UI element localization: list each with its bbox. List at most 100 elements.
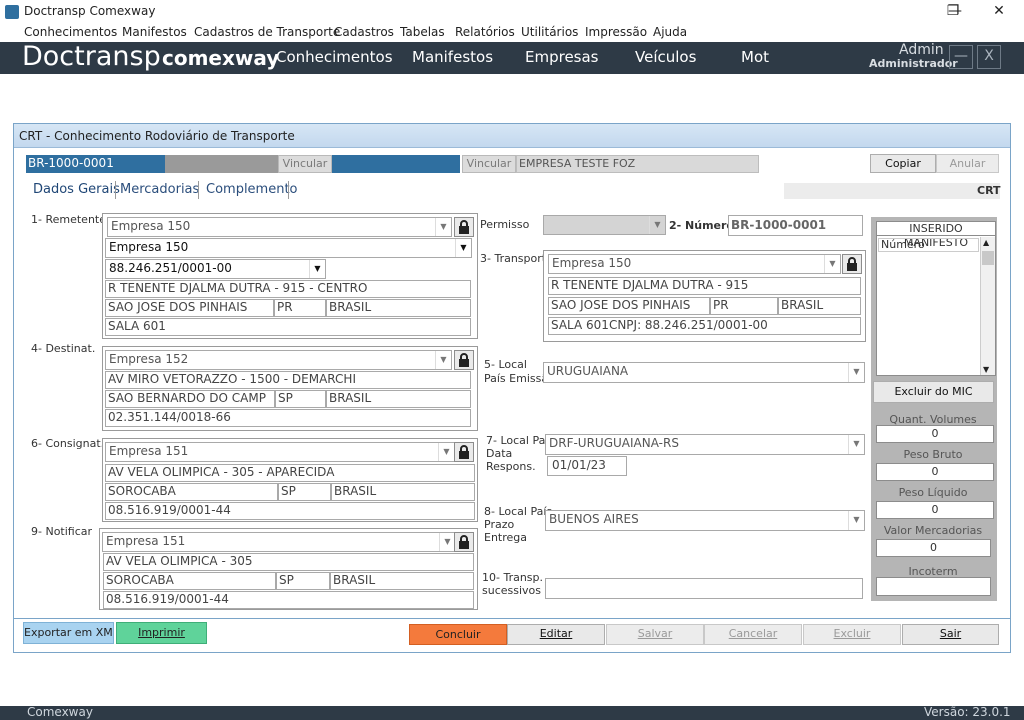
remetente-cidade[interactable]: SAO JOSE DOS PINHAIS: [105, 299, 274, 317]
tab-dados-gerais[interactable]: Dados Gerais: [30, 180, 123, 199]
excluir-button[interactable]: Excluir: [803, 624, 901, 645]
transportador-complemento[interactable]: SALA 601CNPJ: 88.246.251/0001-00: [548, 317, 861, 335]
destinatario-cidade[interactable]: SAO BERNARDO DO CAMP: [105, 390, 275, 408]
menu-manifestos[interactable]: Manifestos: [122, 25, 187, 39]
transportador-uf[interactable]: PR: [710, 297, 778, 315]
nav-veiculos[interactable]: Veículos: [635, 48, 696, 66]
destinatario-cnpj[interactable]: 02.351.144/0018-66: [105, 409, 471, 427]
notificar-cidade[interactable]: SOROCABA: [103, 572, 276, 590]
manifest-link-field[interactable]: [332, 155, 460, 173]
transportador-label: 3- Transport.: [480, 252, 550, 265]
menu-utilitarios[interactable]: Utilitários: [521, 25, 578, 39]
nav-motoristas[interactable]: Mot: [741, 48, 773, 66]
cancelar-button[interactable]: Cancelar: [704, 624, 802, 645]
transportador-pais[interactable]: BRASIL: [778, 297, 861, 315]
local-entrega-combo[interactable]: BUENOS AIRES ▼: [545, 510, 865, 531]
destinatario-pais[interactable]: BRASIL: [326, 390, 471, 408]
valor-mercadorias-label: Valor Mercadorias: [883, 524, 983, 537]
manifesto-col-numero[interactable]: Número: [878, 238, 979, 252]
destinatario-endereco[interactable]: AV MIRO VETORAZZO - 1500 - DEMARCHI: [105, 371, 471, 389]
transportador-group: Empresa 150 ▼ R TENENTE DJALMA DUTRA - 91…: [543, 250, 866, 342]
banner-close-button[interactable]: X: [977, 45, 1001, 69]
remetente-endereco[interactable]: R TENENTE DJALMA DUTRA - 915 - CENTRO: [105, 280, 471, 298]
menu-cadastros-transporte[interactable]: Cadastros de Transporte: [194, 25, 340, 39]
remetente-pais[interactable]: BRASIL: [326, 299, 471, 317]
excluir-mic-button[interactable]: Excluir do MIC: [873, 381, 994, 403]
vincular-button-1[interactable]: Vincular: [278, 155, 332, 173]
menu-impressao[interactable]: Impressão: [585, 25, 647, 39]
menu-tabelas[interactable]: Tabelas: [400, 25, 445, 39]
lock-icon[interactable]: [842, 254, 862, 274]
notificar-cnpj[interactable]: 08.516.919/0001-44: [103, 591, 474, 609]
copiar-button[interactable]: Copiar: [870, 154, 936, 173]
concluir-button[interactable]: Concluir: [409, 624, 507, 645]
consignatario-cidade[interactable]: SOROCABA: [105, 483, 278, 501]
notificar-uf[interactable]: SP: [276, 572, 330, 590]
nav-manifestos[interactable]: Manifestos: [412, 48, 493, 66]
remetente-empresa-select[interactable]: Empresa 150 ▼: [105, 238, 472, 258]
transportador-empresa-combo[interactable]: Empresa 150 ▼: [548, 254, 841, 274]
nav-empresas[interactable]: Empresas: [525, 48, 599, 66]
consignatario-endereco[interactable]: AV VELA OLIMPICA - 305 - APARECIDA: [105, 464, 475, 482]
destinatario-uf[interactable]: SP: [275, 390, 326, 408]
lock-icon[interactable]: [454, 217, 474, 237]
remetente-uf[interactable]: PR: [274, 299, 326, 317]
exportar-xml-button[interactable]: Exportar em XML: [23, 622, 114, 644]
local-emissao-combo[interactable]: URUGUAIANA ▼: [543, 362, 865, 383]
consignatario-empresa-combo[interactable]: Empresa 151 ▼: [105, 442, 455, 462]
maximize-button[interactable]: ❐: [930, 0, 976, 24]
notificar-pais[interactable]: BRASIL: [330, 572, 474, 590]
respons-label: Respons.: [486, 460, 536, 473]
menu-relatorios[interactable]: Relatórios: [455, 25, 515, 39]
crt-link-field[interactable]: [165, 155, 278, 173]
salvar-button[interactable]: Salvar: [606, 624, 704, 645]
numero-label: 2- Número: [669, 219, 734, 232]
imprimir-button[interactable]: Imprimir: [116, 622, 207, 644]
remetente-complemento[interactable]: SALA 601: [105, 318, 471, 336]
banner-minimize-button[interactable]: —: [949, 45, 973, 69]
lock-icon[interactable]: [454, 532, 474, 552]
tab-complemento[interactable]: Complemento: [203, 180, 301, 199]
anular-button[interactable]: Anular: [936, 154, 999, 173]
valor-mercadorias-field[interactable]: 0: [876, 539, 991, 557]
peso-liquido-field[interactable]: 0: [876, 501, 994, 519]
vincular-button-2[interactable]: Vincular: [462, 155, 516, 173]
incoterm-field[interactable]: [876, 577, 991, 596]
notificar-empresa-combo[interactable]: Empresa 151 ▼: [102, 532, 456, 552]
scroll-thumb[interactable]: [982, 251, 994, 265]
lock-icon[interactable]: [454, 442, 474, 462]
menu-bar: Conhecimentos Manifestos Cadastros de Tr…: [0, 24, 1024, 42]
destinatario-empresa-combo[interactable]: Empresa 152 ▼: [105, 350, 452, 370]
transp-sucessivos-field[interactable]: [545, 578, 863, 599]
scroll-down-icon[interactable]: ▼: [983, 365, 989, 374]
scroll-up-icon[interactable]: ▲: [983, 238, 989, 247]
local-resp-combo[interactable]: DRF-URUGUAIANA-RS ▼: [545, 434, 865, 455]
consignatario-cnpj[interactable]: 08.516.919/0001-44: [105, 502, 475, 520]
manifesto-scrollbar[interactable]: ▲ ▼: [980, 237, 995, 375]
notificar-endereco[interactable]: AV VELA OLIMPICA - 305: [103, 553, 474, 571]
crt-number-field[interactable]: BR-1000-0001: [26, 155, 165, 173]
menu-conhecimentos[interactable]: Conhecimentos: [24, 25, 117, 39]
menu-ajuda[interactable]: Ajuda: [653, 25, 687, 39]
editar-button[interactable]: Editar: [507, 624, 605, 645]
tab-mercadorias[interactable]: Mercadorias: [117, 180, 202, 199]
crt-dialog: CRT - Conhecimento Rodoviário de Transpo…: [13, 123, 1011, 653]
transportador-endereco[interactable]: R TENENTE DJALMA DUTRA - 915: [548, 277, 861, 295]
sucessivos-label: sucessivos: [482, 584, 542, 597]
close-button[interactable]: ✕: [976, 0, 1022, 24]
footer-divider: [14, 618, 1010, 619]
remetente-cnpj-select[interactable]: 88.246.251/0001-00 ▼: [105, 259, 326, 279]
lock-icon[interactable]: [454, 350, 474, 370]
transportador-cidade[interactable]: SAO JOSE DOS PINHAIS: [548, 297, 710, 315]
consignatario-uf[interactable]: SP: [278, 483, 331, 501]
numero-field[interactable]: BR-1000-0001: [728, 215, 863, 236]
remetente-empresa-combo[interactable]: Empresa 150 ▼: [107, 217, 452, 237]
permisso-combo[interactable]: ▼: [543, 215, 666, 235]
consignatario-pais[interactable]: BRASIL: [331, 483, 475, 501]
sair-button[interactable]: Sair: [902, 624, 999, 645]
menu-cadastros[interactable]: Cadastros: [334, 25, 394, 39]
data-responsabilidade-field[interactable]: 01/01/23: [547, 456, 627, 476]
quant-volumes-field[interactable]: 0: [876, 425, 994, 443]
nav-conhecimentos[interactable]: Conhecimentos: [276, 48, 393, 66]
peso-bruto-field[interactable]: 0: [876, 463, 994, 481]
